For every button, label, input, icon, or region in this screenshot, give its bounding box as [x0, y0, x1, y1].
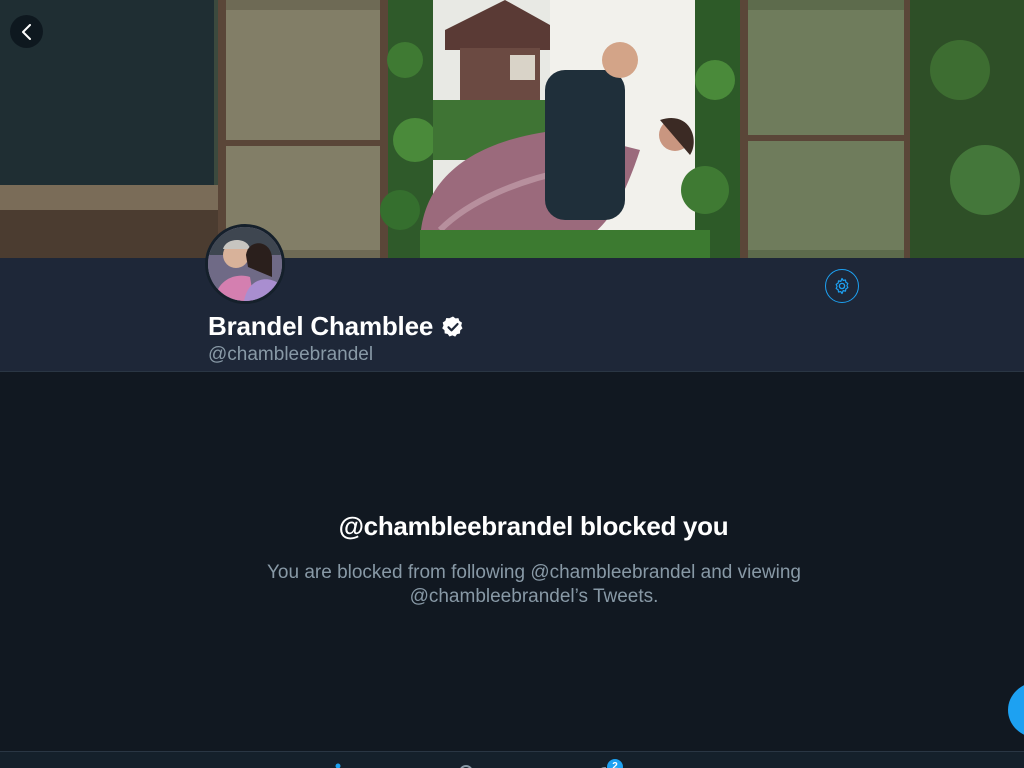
blocked-message: You are blocked from following @chamblee… — [266, 562, 801, 607]
header-banner-photo[interactable] — [0, 0, 1024, 258]
profile-header — [0, 258, 1024, 372]
settings-button[interactable] — [825, 269, 859, 303]
home-icon — [335, 763, 341, 768]
gear-icon — [835, 277, 849, 295]
banner-illustration — [0, 0, 1024, 258]
chevron-left-icon — [21, 23, 31, 40]
profile-handle: @chambleebrandel — [208, 344, 374, 365]
blocked-content: @chambleebrandel blocked you You are blo… — [0, 372, 1024, 751]
tab-home[interactable] — [318, 756, 358, 768]
back-button[interactable] — [10, 15, 43, 48]
profile-name-row: Brandel Chamblee — [208, 311, 465, 342]
search-icon — [460, 765, 472, 768]
display-name: Brandel Chamblee — [208, 311, 434, 341]
avatar[interactable] — [205, 224, 285, 304]
verified-badge-icon — [442, 316, 463, 337]
blocked-title: @chambleebrandel blocked you — [338, 511, 729, 541]
tab-search[interactable] — [446, 756, 486, 768]
bottom-tab-bar — [0, 751, 1024, 768]
avatar-photo — [208, 227, 282, 301]
